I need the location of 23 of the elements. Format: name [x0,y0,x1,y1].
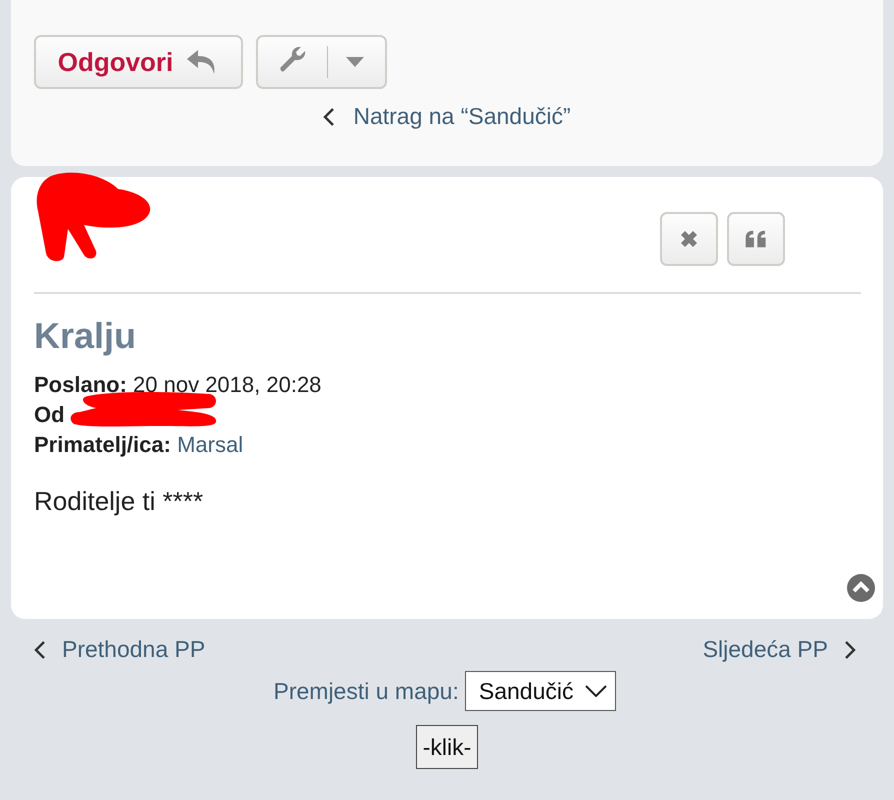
move-label: Premjesti u mapu: [274,678,459,704]
delete-button[interactable] [660,212,718,266]
message-subject: Kralju [34,316,138,356]
field-value: 20 nov 2018, 20:28 [133,372,322,397]
field-label: Primatelj/ica: [34,432,171,457]
chevron-left-icon [323,108,336,126]
chevron-right-icon [844,640,856,658]
previous-link[interactable]: Prethodna PP [34,636,206,663]
move-button[interactable]: -klik- [416,725,478,769]
dropdown-chevron-icon [585,685,608,697]
next-link[interactable]: Sljedeća PP [702,636,856,663]
quote-button[interactable] [727,212,785,266]
field-label: Poslano: [34,372,127,397]
chevron-left-icon [34,640,46,658]
folder-select[interactable]: Sandučić [464,671,616,711]
field-label: Od [34,402,65,427]
tools-button[interactable] [256,35,387,89]
scroll-top-icon[interactable] [847,574,875,602]
message-body: Roditelje ti **** [34,486,204,517]
caret-icon [346,57,364,67]
recipient-link[interactable]: Marsal [177,432,244,457]
back-link[interactable]: Natrag na “Sandučić” [353,103,571,130]
reply-button[interactable]: Odgovori [34,35,243,89]
